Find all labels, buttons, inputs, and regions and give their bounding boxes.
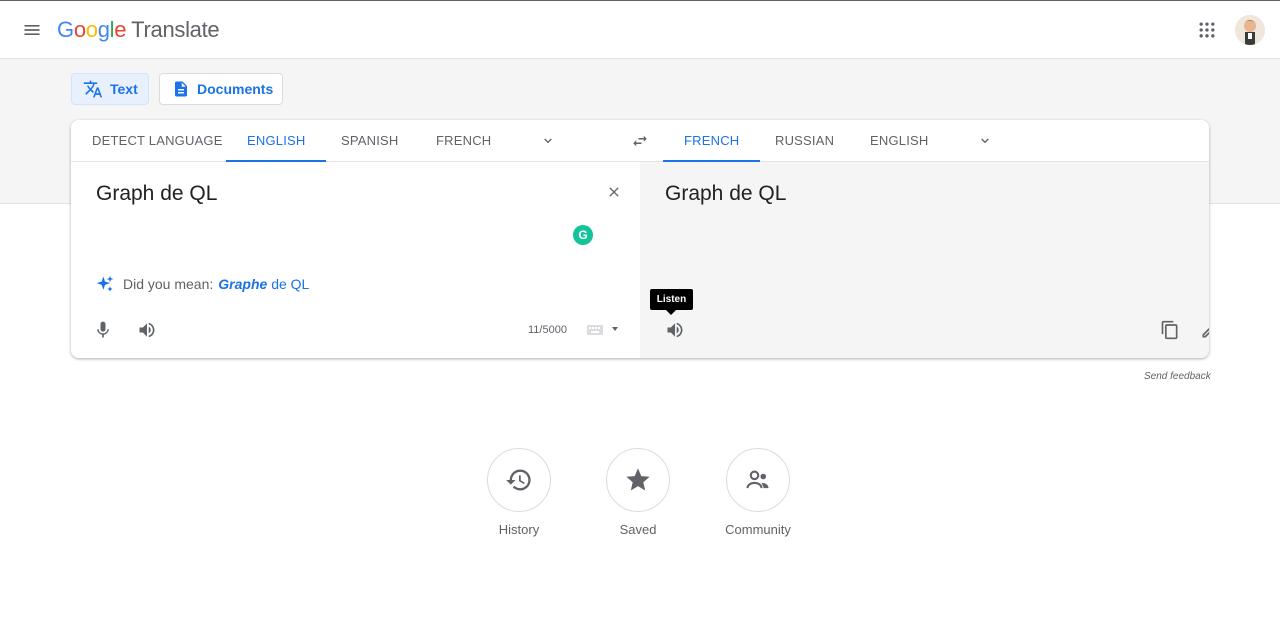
source-listen-speaker-icon[interactable] xyxy=(137,320,157,340)
suggestion-rest: de QL xyxy=(271,276,310,292)
history-icon xyxy=(506,469,531,491)
saved-circle xyxy=(606,448,670,512)
product-name: Translate xyxy=(131,17,220,42)
tab-target-french[interactable]: FRENCH xyxy=(662,120,761,162)
keyboard-icon[interactable] xyxy=(586,324,622,336)
character-count: 11/5000 xyxy=(528,324,567,336)
microphone-icon[interactable] xyxy=(93,320,113,340)
community-icon xyxy=(746,470,769,489)
tab-source-french[interactable]: FRENCH xyxy=(436,120,491,162)
source-text-input[interactable]: Graph de QL xyxy=(96,182,217,206)
logo-letter: o xyxy=(73,17,86,42)
clear-source-icon[interactable] xyxy=(606,184,622,200)
swap-languages-icon[interactable] xyxy=(630,132,650,150)
listen-tooltip: Listen xyxy=(650,289,693,315)
copy-translation-icon[interactable] xyxy=(1160,320,1180,340)
did-you-mean: Did you mean: Graphe de QL xyxy=(95,274,309,294)
source-more-languages-chevron-icon[interactable] xyxy=(540,133,556,149)
text-mode-label: Text xyxy=(110,81,138,97)
community-button[interactable]: Community xyxy=(708,448,808,537)
target-text-pane: Graph de QL xyxy=(640,162,1209,358)
suggestion-bold-word: Graphe xyxy=(218,276,268,292)
sparkle-icon xyxy=(96,275,114,292)
star-icon xyxy=(626,468,650,491)
history-button[interactable]: History xyxy=(469,448,569,537)
documents-mode-button[interactable]: Documents xyxy=(159,73,283,105)
hamburger-menu-icon[interactable] xyxy=(22,20,42,40)
saved-button[interactable]: Saved xyxy=(588,448,688,537)
translate-icon xyxy=(83,80,103,98)
documents-mode-label: Documents xyxy=(197,81,274,97)
target-listen-speaker-icon[interactable] xyxy=(665,320,685,340)
history-circle xyxy=(487,448,551,512)
tab-detect-language[interactable]: DETECT LANGUAGE xyxy=(92,120,223,162)
tab-source-english[interactable]: ENGLISH xyxy=(225,120,328,162)
tab-target-russian[interactable]: RUSSIAN xyxy=(775,120,834,162)
apps-grid-icon[interactable] xyxy=(1197,20,1217,40)
language-bar: DETECT LANGUAGE ENGLISH SPANISH FRENCH F… xyxy=(71,120,1209,162)
did-you-mean-label: Did you mean: xyxy=(123,276,214,292)
suggestion-link[interactable]: Graphe de QL xyxy=(218,276,309,292)
send-feedback-link[interactable]: Send feedback xyxy=(1144,371,1211,382)
logo-letter: o xyxy=(85,17,98,42)
google-translate-logo[interactable]: Google Translate xyxy=(57,16,220,44)
tab-target-english[interactable]: ENGLISH xyxy=(870,120,928,162)
logo-letter: g xyxy=(97,17,110,42)
translation-output: Graph de QL xyxy=(665,182,787,205)
community-circle xyxy=(726,448,790,512)
community-label: Community xyxy=(725,522,791,537)
logo-letter: e xyxy=(114,17,127,42)
avatar-image xyxy=(1235,15,1265,45)
top-app-bar: Google Translate xyxy=(0,0,1280,59)
source-text-pane: Graph de QL G Did you mean: Graphe de QL… xyxy=(71,162,640,358)
grammarly-icon[interactable]: G xyxy=(573,225,593,245)
saved-label: Saved xyxy=(619,522,657,537)
target-more-languages-chevron-icon[interactable] xyxy=(977,133,993,149)
text-mode-button[interactable]: Text xyxy=(71,73,149,105)
document-icon xyxy=(175,81,187,97)
account-avatar[interactable] xyxy=(1235,15,1265,45)
logo-letter: G xyxy=(57,17,74,42)
translation-card: DETECT LANGUAGE ENGLISH SPANISH FRENCH F… xyxy=(71,120,1209,358)
tab-source-spanish[interactable]: SPANISH xyxy=(341,120,399,162)
edit-translation-pencil-icon[interactable] xyxy=(1200,320,1209,340)
history-label: History xyxy=(498,522,540,537)
